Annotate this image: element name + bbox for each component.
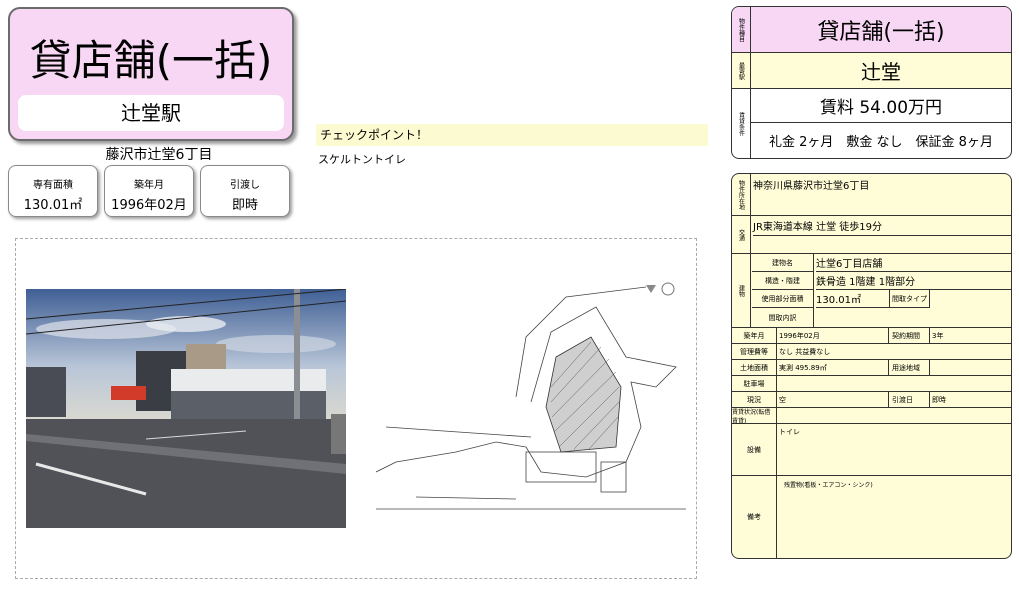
layout-type-label: 間取タイプ <box>890 290 930 308</box>
image-gallery <box>15 238 697 579</box>
built-row: 築年月 1996年02月 契約期間 3年 <box>732 328 1011 344</box>
status-label: 現況 <box>732 392 777 407</box>
handover-label: 引渡し <box>230 180 260 191</box>
station-label-small: 最寄駅 <box>732 53 751 88</box>
status-value: 空 <box>779 392 889 407</box>
note-row: 備考 残置物(看板・エアコン・シンク) <box>732 476 1011 558</box>
note-label: 備考 <box>732 476 777 558</box>
rent-row: 賃貸条件 賃料 54.00万円 礼金 2ヶ月 敷金 なし 保証金 8ヶ月 <box>732 89 1011 158</box>
traffic-row: 交通 JR東海道本線 辻堂 徒歩19分 <box>732 216 1011 254</box>
land-row: 土地面積 実測 495.89㎡ 用途地域 <box>732 360 1011 376</box>
location-label: 物件所在地 <box>732 174 751 215</box>
area-card: 専有面積 130.01㎡ <box>8 165 98 217</box>
built-value-2: 1996年02月 <box>779 328 889 343</box>
structure-label: 構造・階建 <box>752 272 814 290</box>
location-row: 物件所在地 神奈川県藤沢市辻堂6丁目 <box>732 174 1011 216</box>
parking-row: 駐車場 <box>732 376 1011 392</box>
layout-detail-label: 間取内訳 <box>752 308 814 328</box>
lease-row: 賃貸状況(転借 賃貸) <box>732 408 1011 425</box>
summary-panel: 物件種目 貸店舗(一括) 最寄駅 辻堂 賃貸条件 賃料 54.00万円 礼金 2… <box>731 6 1012 159</box>
traffic-value: JR東海道本線 辻堂 徒歩19分 <box>753 216 1011 236</box>
floor-plan[interactable] <box>375 277 686 529</box>
fee-label: 管理費等 <box>732 344 777 359</box>
land-value: 実測 495.89㎡ <box>779 360 889 375</box>
station-label: 辻堂駅 <box>18 95 284 131</box>
equipment-row: 設備 トイレ <box>732 424 1011 476</box>
built-label-2: 築年月 <box>732 328 777 343</box>
station-value: 辻堂 <box>861 60 901 84</box>
area-label: 専有面積 <box>33 180 73 191</box>
station-row: 最寄駅 辻堂 <box>732 53 1011 89</box>
checkpoint-heading: チェックポイント！ <box>316 124 708 146</box>
bname-label: 建物名 <box>752 254 814 272</box>
land-label: 土地面積 <box>732 360 777 375</box>
type-label: 物件種目 <box>732 7 751 52</box>
equipment-value: トイレ <box>779 428 800 436</box>
contract-label: 契約期間 <box>890 328 930 343</box>
title-card: 貸店舗(一括) 辻堂駅 <box>8 7 294 141</box>
property-type-title: 貸店舗(一括) <box>29 36 273 85</box>
area-label-2: 使用部分面積 <box>752 290 814 308</box>
rent-value: 賃料 54.00万円 <box>751 89 1011 123</box>
fee-value: なし 共益費なし <box>779 347 831 356</box>
checkpoint-text: スケルトントイレ <box>318 153 406 166</box>
parking-label: 駐車場 <box>732 376 777 391</box>
address-text: 藤沢市辻堂6丁目 <box>105 147 213 163</box>
area-value: 130.01㎡ <box>23 198 83 213</box>
zone-label: 用途地域 <box>890 360 930 375</box>
built-card: 築年月 1996年02月 <box>104 165 194 217</box>
handover-card: 引渡し 即時 <box>200 165 290 217</box>
details-panel: 物件所在地 神奈川県藤沢市辻堂6丁目 交通 JR東海道本線 辻堂 徒歩19分 建… <box>731 173 1012 559</box>
building-row: 建物 建物名 辻堂6丁目店舗 構造・階建 鉄骨造 1階建 1階部分 使用部分面積… <box>732 254 1011 328</box>
terms-value: 礼金 2ヶ月 敷金 なし 保証金 8ヶ月 <box>769 135 993 150</box>
bname-value: 辻堂6丁目店舗 <box>816 254 1011 272</box>
area-value-2: 130.01㎡ <box>816 290 890 308</box>
handover-value: 即時 <box>231 198 258 213</box>
type-row: 物件種目 貸店舗(一括) <box>732 7 1011 53</box>
fee-row: 管理費等 なし 共益費なし <box>732 344 1011 360</box>
handover-date-label: 引渡日 <box>890 392 930 407</box>
type-value: 貸店舗(一括) <box>817 19 945 45</box>
handover-date-value: 即時 <box>932 395 946 404</box>
contract-value: 3年 <box>932 331 944 340</box>
built-label: 築年月 <box>134 180 164 191</box>
rent-label: 賃貸条件 <box>732 89 751 158</box>
property-photo[interactable] <box>26 289 346 528</box>
equipment-label: 設備 <box>732 424 777 475</box>
traffic-label: 交通 <box>732 216 751 253</box>
note-value: 残置物(看板・エアコン・シンク) <box>784 481 873 489</box>
lease-label: 賃貸状況(転借 賃貸) <box>732 408 777 425</box>
building-label: 建物 <box>732 254 751 327</box>
built-value: 1996年02月 <box>111 198 187 213</box>
location-value: 神奈川県藤沢市辻堂6丁目 <box>753 180 870 192</box>
structure-value: 鉄骨造 1階建 1階部分 <box>816 272 1011 290</box>
